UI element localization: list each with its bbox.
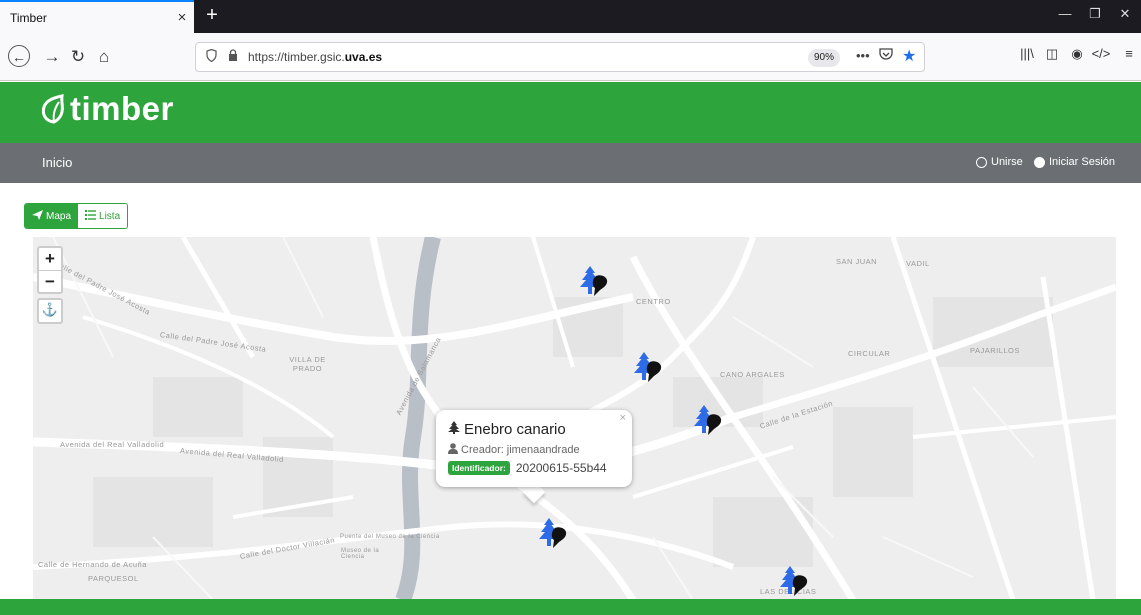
map-label: CANO ARGALES (720, 370, 785, 379)
login-link[interactable]: Iniciar Sesión (1034, 156, 1115, 168)
nav-home-link[interactable]: Inicio (42, 155, 72, 170)
lock-icon[interactable] (228, 49, 238, 64)
popup-identifier: Identificador: 20200615-55b44 (448, 461, 607, 475)
back-icon[interactable]: ← (8, 45, 30, 67)
close-window-icon[interactable]: ✕ (1110, 6, 1140, 22)
page-actions-icon[interactable]: ••• (856, 48, 870, 63)
map-view-label: Mapa (46, 210, 72, 222)
reload-icon[interactable]: ↻ (66, 45, 90, 69)
map-label: SAN JUAN (836, 257, 878, 266)
popup-title-text: Enebro canario (464, 421, 566, 438)
bookmark-star-icon[interactable]: ★ (902, 46, 916, 66)
page-footer (0, 599, 1141, 615)
map-label: CENTRO (636, 297, 671, 306)
zoom-in-button[interactable]: + (39, 248, 61, 270)
zoom-indicator[interactable]: 90% (808, 49, 841, 67)
url-bar[interactable]: https://timber.gsic.uva.es 90% ••• ★ (195, 42, 925, 72)
zoom-control: + − (37, 246, 63, 294)
tree-icon (448, 421, 460, 438)
tree-marker[interactable] (694, 405, 722, 435)
popup-title: Enebro canario (448, 421, 566, 438)
identifier-badge: Identificador: (448, 461, 510, 475)
tree-marker[interactable] (539, 518, 567, 548)
account-icon[interactable]: ◉ (1066, 46, 1088, 62)
map-label: Puente del Museo de la Ciencia (340, 534, 440, 540)
url-text: https://timber.gsic.uva.es (248, 50, 383, 64)
map-label: Avenida del Real Valladolid (60, 440, 165, 449)
tree-marker[interactable] (634, 352, 662, 382)
tree-popup: × Enebro canario Creador: jimenaandrade … (436, 410, 632, 487)
map-label: CIRCULAR (848, 349, 891, 358)
tree-marker[interactable] (580, 266, 608, 296)
join-label: Unirse (991, 156, 1023, 168)
library-icon[interactable]: |||\ (1016, 46, 1038, 61)
app-header: timber (0, 82, 1141, 143)
browser-tab[interactable]: Timber × (0, 0, 194, 33)
tree-marker[interactable] (780, 566, 808, 596)
popup-creator: Creador: jimenaandrade (448, 443, 580, 457)
pocket-icon[interactable] (879, 48, 893, 64)
new-tab-button[interactable]: + (200, 3, 224, 29)
main-menu-bar: Inicio Unirse Iniciar Sesión (0, 143, 1141, 183)
user-circle-icon (976, 156, 987, 168)
join-link[interactable]: Unirse (976, 156, 1023, 168)
view-toggle: Mapa Lista (24, 203, 129, 229)
list-view-label: Lista (99, 210, 121, 222)
list-icon (85, 209, 97, 223)
paper-plane-icon (32, 209, 43, 223)
map-label: Calle de Hernando de Acuña (38, 560, 147, 569)
minimize-icon[interactable]: — (1050, 6, 1080, 21)
menu-icon[interactable]: ≡ (1118, 46, 1140, 61)
map-view-button[interactable]: Mapa (25, 204, 79, 228)
user-icon (448, 443, 458, 457)
user-filled-icon (1034, 156, 1045, 168)
shield-icon[interactable] (206, 48, 217, 65)
list-view-button[interactable]: Lista (78, 204, 128, 228)
forward-icon[interactable]: → (40, 45, 64, 69)
identifier-value: 20200615-55b44 (515, 461, 607, 475)
map-label: PARQUESOL (88, 574, 139, 583)
locate-me-button[interactable]: ⚓ (37, 298, 63, 324)
map-label: VADIL (906, 259, 930, 268)
sidebar-icon[interactable]: ◫ (1041, 46, 1063, 62)
close-popup-icon[interactable]: × (620, 412, 626, 424)
login-label: Iniciar Sesión (1049, 156, 1116, 168)
map-label: PAJARILLOS (970, 346, 1020, 355)
devtools-icon[interactable]: </> (1090, 46, 1112, 61)
home-icon[interactable]: ⌂ (92, 45, 116, 69)
close-tab-icon[interactable]: × (170, 9, 194, 26)
leaf-logo-icon (40, 94, 68, 129)
anchor-icon: ⚓ (41, 302, 59, 317)
logo-text[interactable]: timber (70, 90, 174, 128)
tab-title: Timber (10, 10, 47, 25)
map-label: VILLA DE PRADO (289, 355, 326, 373)
zoom-out-button[interactable]: − (39, 270, 61, 292)
map-label: Museo de la Ciencia (341, 548, 380, 560)
creator-label: Creador: (461, 444, 504, 456)
restore-icon[interactable]: ❐ (1080, 6, 1110, 22)
browser-nav-bar: ← → ↻ ⌂ https://timber.gsic.uva.es 90% •… (0, 33, 1141, 81)
browser-tab-bar: Timber × + — ❐ ✕ (0, 0, 1141, 33)
creator-value: jimenaandrade (506, 444, 580, 456)
